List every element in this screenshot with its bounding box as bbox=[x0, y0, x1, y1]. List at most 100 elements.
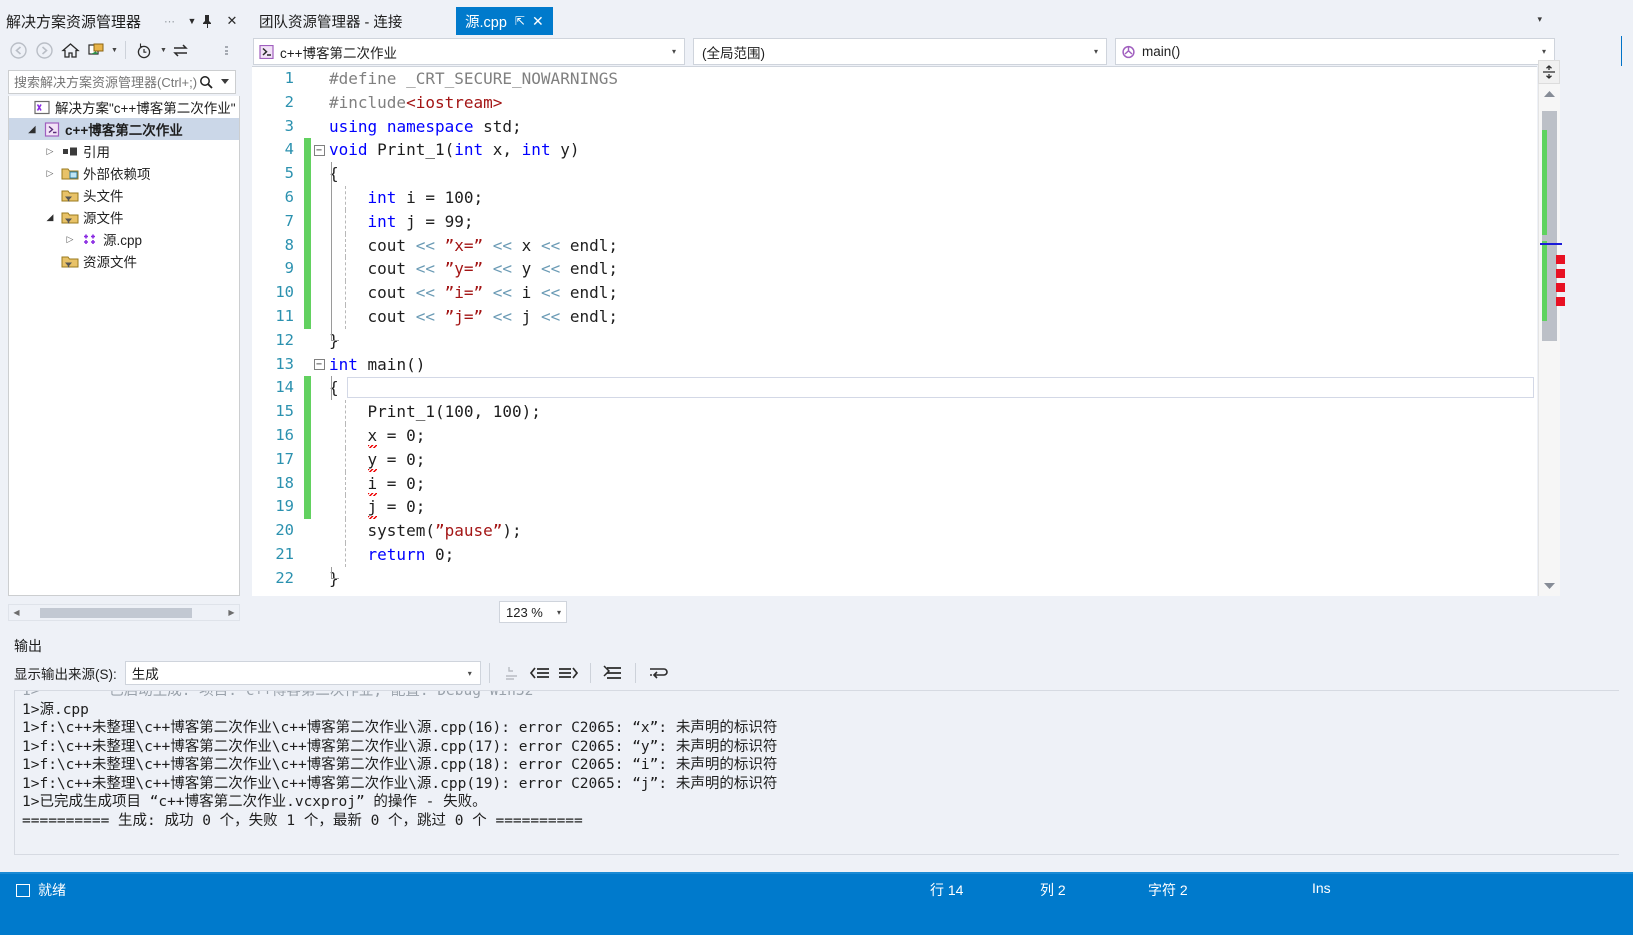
tree-item-header-files[interactable]: 头文件 bbox=[9, 184, 239, 206]
scroll-up-arrow-icon[interactable] bbox=[1538, 86, 1560, 102]
tree-expander-expanded-icon[interactable]: ◢ bbox=[41, 212, 59, 223]
close-icon[interactable]: ✕ bbox=[222, 13, 242, 29]
solution-tree[interactable]: 解决方案"c++博客第二次作业" (1 个项目) ◢ c++博客第二次作业 ▷ … bbox=[8, 96, 240, 596]
go-to-next-message-icon[interactable] bbox=[554, 661, 582, 685]
code-line[interactable]: 22} bbox=[252, 566, 1537, 591]
scroll-left-arrow-icon[interactable]: ◀ bbox=[9, 608, 24, 617]
error-marker[interactable] bbox=[1556, 283, 1565, 292]
scroll-right-arrow-icon[interactable]: ▶ bbox=[224, 608, 239, 617]
tree-item-project[interactable]: ◢ c++博客第二次作业 bbox=[9, 118, 239, 140]
code-line[interactable]: 6 int i = 100; bbox=[252, 185, 1537, 210]
code-line[interactable]: 8 cout << ”x=” << x << endl; bbox=[252, 233, 1537, 258]
scroll-thumb[interactable] bbox=[40, 608, 192, 618]
output-line[interactable]: 1>f:\c++未整理\c++博客第二次作业\c++博客第二次作业\源.cpp(… bbox=[15, 756, 1619, 775]
code-line[interactable]: 20 system(”pause”); bbox=[252, 519, 1537, 543]
tab-overflow-chevron-down-icon[interactable]: ▾ bbox=[1537, 14, 1542, 25]
code-line[interactable]: 15 Print_1(100, 100); bbox=[252, 400, 1537, 424]
clear-pane-icon[interactable] bbox=[498, 661, 526, 685]
code-line[interactable]: 10 cout << ”i=” << i << endl; bbox=[252, 281, 1537, 305]
forward-arrow-icon[interactable] bbox=[32, 38, 56, 62]
output-text-area[interactable]: 1> 已启动生成: 项目: c++博客第二次作业, 配置: Debug Win3… bbox=[14, 690, 1619, 855]
output-line[interactable]: 1>f:\c++未整理\c++博客第二次作业\c++博客第二次作业\源.cpp(… bbox=[15, 775, 1619, 794]
toggle-messages-icon[interactable] bbox=[599, 661, 627, 685]
code-editor[interactable]: 1 #define _CRT_SECURE_NOWARNINGS 2 #include… bbox=[252, 66, 1537, 596]
solution-explorer-horizontal-scrollbar[interactable]: ◀ ▶ bbox=[8, 604, 240, 621]
code-line[interactable]: 3 using namespace std; bbox=[252, 115, 1537, 139]
output-line[interactable]: 1>已完成生成项目 “c++博客第二次作业.vcxproj” 的操作 - 失败。 bbox=[15, 793, 1619, 812]
code-line[interactable]: 18 i = 0; bbox=[252, 471, 1537, 496]
error-marker[interactable] bbox=[1556, 255, 1565, 264]
show-all-files-chevron-down-icon[interactable]: ▼ bbox=[111, 47, 118, 54]
navbar-project-dropdown[interactable]: c++博客第二次作业 ▾ bbox=[253, 38, 685, 65]
tree-expander-expanded-icon[interactable]: ◢ bbox=[23, 124, 41, 135]
navbar-member-dropdown[interactable]: main() ▾ bbox=[1115, 38, 1555, 65]
fold-toggle-icon[interactable]: − bbox=[311, 138, 327, 162]
pending-changes-icon[interactable] bbox=[133, 38, 157, 62]
output-source-dropdown[interactable]: 生成 ▾ bbox=[124, 661, 481, 685]
output-line[interactable]: 1>f:\c++未整理\c++博客第二次作业\c++博客第二次作业\源.cpp(… bbox=[15, 738, 1619, 757]
code-line[interactable]: 13− int main() bbox=[252, 353, 1537, 377]
search-icon[interactable] bbox=[199, 75, 221, 90]
code-line[interactable]: 2 #include<iostream> bbox=[252, 91, 1537, 115]
output-line[interactable]: 1>f:\c++未整理\c++博客第二次作业\c++博客第二次作业\源.cpp(… bbox=[15, 719, 1619, 738]
tab-source-cpp[interactable]: 源.cpp ⇱ ✕ bbox=[456, 7, 553, 35]
code-line[interactable]: 5{ bbox=[252, 162, 1537, 186]
tree-expander-collapsed-icon[interactable]: ▷ bbox=[41, 168, 59, 179]
chevron-down-icon[interactable]: ▾ bbox=[1086, 47, 1106, 56]
word-wrap-icon[interactable] bbox=[644, 661, 672, 685]
code-line[interactable]: 11 cout << ”j=” << j << endl; bbox=[252, 304, 1537, 329]
tree-item-references[interactable]: ▷ 引用 bbox=[9, 140, 239, 162]
folder-filter-icon bbox=[59, 188, 81, 203]
search-input[interactable] bbox=[9, 71, 199, 93]
chevron-down-icon[interactable]: ▾ bbox=[1534, 47, 1554, 56]
navbar-scope-dropdown[interactable]: (全局范围) ▾ bbox=[693, 38, 1107, 65]
search-options-chevron-down-icon[interactable] bbox=[221, 79, 235, 85]
sync-with-active-document-icon[interactable] bbox=[169, 38, 193, 62]
code-line[interactable]: 17 y = 0; bbox=[252, 447, 1537, 472]
tree-item-source-cpp[interactable]: ▷ 源.cpp bbox=[9, 228, 239, 250]
pin-icon[interactable]: ⇱ bbox=[515, 14, 525, 28]
fold-toggle-icon[interactable]: − bbox=[311, 353, 327, 377]
tree-item-solution[interactable]: 解决方案"c++博客第二次作业" (1 个项目) bbox=[9, 96, 239, 118]
scroll-track[interactable] bbox=[24, 605, 224, 620]
window-menu-chevron-down-icon[interactable]: ▼ bbox=[182, 16, 202, 26]
home-icon[interactable] bbox=[58, 38, 82, 62]
go-to-previous-message-icon[interactable] bbox=[526, 661, 554, 685]
solution-explorer-search[interactable] bbox=[8, 70, 236, 94]
code-line[interactable]: 7 int j = 99; bbox=[252, 209, 1537, 234]
chevron-down-icon[interactable]: ▾ bbox=[664, 47, 684, 56]
tree-expander-collapsed-icon[interactable]: ▷ bbox=[41, 146, 59, 157]
output-line[interactable]: ========== 生成: 成功 0 个，失败 1 个，最新 0 个，跳过 0… bbox=[15, 812, 1619, 831]
properties-icon[interactable] bbox=[218, 38, 242, 62]
tree-item-external-dependencies[interactable]: ▷ 外部依赖项 bbox=[9, 162, 239, 184]
tree-expander-collapsed-icon[interactable]: ▷ bbox=[61, 234, 79, 245]
close-icon[interactable]: ✕ bbox=[532, 13, 544, 30]
tab-team-explorer[interactable]: 团队资源管理器 - 连接 bbox=[250, 8, 419, 35]
show-all-files-icon[interactable] bbox=[84, 38, 108, 62]
code-line[interactable]: 4− void Print_1(int x, int y) bbox=[252, 138, 1537, 163]
code-line[interactable]: 19 j = 0; bbox=[252, 495, 1537, 520]
tree-item-source-files[interactable]: ◢ 源文件 bbox=[9, 206, 239, 228]
output-vertical-scrollbar[interactable] bbox=[1619, 690, 1633, 855]
output-line[interactable]: 1> 已启动生成: 项目: c++博客第二次作业, 配置: Debug Win3… bbox=[15, 691, 1619, 701]
scroll-down-arrow-icon[interactable] bbox=[1538, 578, 1560, 594]
code-line[interactable]: 1 #define _CRT_SECURE_NOWARNINGS bbox=[252, 67, 1537, 91]
code-line[interactable]: 16 x = 0; bbox=[252, 423, 1537, 448]
editor-split-view-button[interactable] bbox=[1538, 60, 1560, 84]
code-line[interactable]: 9 cout << ”y=” << y << endl; bbox=[252, 257, 1537, 282]
back-arrow-icon[interactable] bbox=[6, 38, 30, 62]
error-marker[interactable] bbox=[1556, 297, 1565, 306]
code-line[interactable]: 14 { bbox=[252, 376, 1537, 401]
error-marker[interactable] bbox=[1556, 269, 1565, 278]
editor-zoom-control[interactable]: 123 % ▾ bbox=[499, 601, 567, 623]
chevron-down-icon[interactable]: ▾ bbox=[460, 669, 480, 678]
output-line[interactable]: 1>源.cpp bbox=[15, 701, 1619, 720]
pin-icon[interactable] bbox=[202, 14, 222, 28]
code-line[interactable]: 12} bbox=[252, 328, 1537, 353]
chevron-down-icon[interactable]: ▾ bbox=[552, 608, 566, 617]
code-line[interactable]: 21 return 0; bbox=[252, 542, 1537, 567]
folder-filter-icon bbox=[59, 254, 81, 269]
pending-changes-chevron-down-icon[interactable]: ▼ bbox=[160, 47, 167, 54]
tree-item-resource-files[interactable]: 资源文件 bbox=[9, 250, 239, 272]
